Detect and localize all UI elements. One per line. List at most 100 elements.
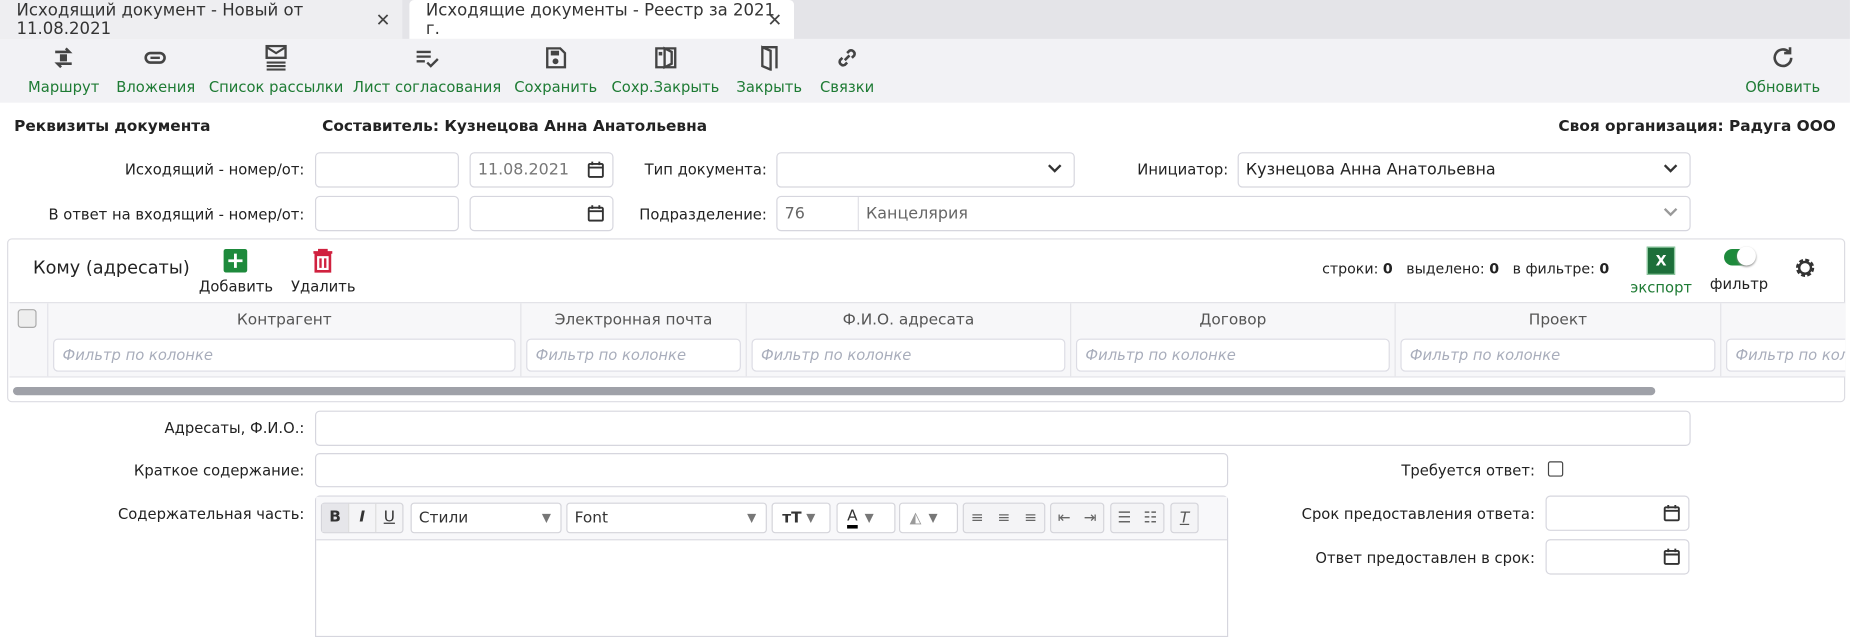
align-left-icon[interactable]: ≡ xyxy=(971,509,984,527)
column-filter-input[interactable]: Фильтр по колонке xyxy=(526,338,741,372)
approval-list-button[interactable]: Лист согласования xyxy=(353,45,501,96)
select-all-checkbox[interactable] xyxy=(17,309,37,328)
tab-outgoing-document[interactable]: Исходящий документ - Новый от 11.08.2021… xyxy=(0,0,403,39)
list-group: ☰ ☷ xyxy=(1110,502,1165,534)
door-icon xyxy=(760,45,778,71)
column-addressee-name[interactable]: Ф.И.О. адресата Фильтр по колонке xyxy=(745,303,1070,377)
column-filter-input[interactable]: Фильтр по колонке xyxy=(1400,338,1716,372)
calendar-icon[interactable] xyxy=(587,204,605,222)
column-filter-input[interactable]: Фильтр по колонке xyxy=(53,338,516,372)
save-icon xyxy=(546,47,567,69)
save-button[interactable]: Сохранить xyxy=(514,45,597,96)
font-select[interactable]: Font ▼ xyxy=(566,502,767,534)
rows-label: строки: xyxy=(1322,260,1379,278)
column-filter-input[interactable]: Фильтр по колонке xyxy=(751,338,1066,372)
column-next[interactable]: НаФильтр по колонке xyxy=(1720,303,1846,377)
column-filter-input[interactable]: Фильтр по колонке xyxy=(1726,338,1846,372)
deadline-label: Срок предоставления ответа: xyxy=(1301,504,1535,523)
font-size-select[interactable]: тT ▼ xyxy=(771,502,831,534)
column-counterparty[interactable]: Контрагент Фильтр по колонке xyxy=(47,303,520,377)
align-group: ≡ ≡ ≡ xyxy=(962,502,1046,534)
styles-select[interactable]: Стили ▼ xyxy=(410,502,562,534)
route-icon xyxy=(54,47,73,69)
dept-label: Подразделение: xyxy=(639,205,767,223)
reply-date-input[interactable] xyxy=(469,195,614,232)
column-contract[interactable]: Договор Фильтр по колонке xyxy=(1070,303,1394,377)
italic-button[interactable]: I xyxy=(348,503,375,533)
calendar-icon[interactable] xyxy=(1663,504,1681,522)
outgoing-number-input[interactable] xyxy=(315,152,459,188)
text-color-icon: A xyxy=(847,507,858,528)
bold-button[interactable]: B xyxy=(322,503,349,533)
reply-required-label: Требуется ответ: xyxy=(1401,461,1535,479)
delete-button[interactable]: Удалить xyxy=(291,248,356,295)
own-organization: Своя организация: Радуга ООО xyxy=(1558,117,1836,136)
dept-code: 76 xyxy=(777,197,859,231)
rows-count: 0 xyxy=(1382,260,1393,278)
column-filter-input[interactable]: Фильтр по колонке xyxy=(1075,338,1390,372)
close-button[interactable]: Закрыть xyxy=(736,45,802,96)
export-button[interactable]: X экспорт xyxy=(1630,246,1692,296)
route-button[interactable]: Маршрут xyxy=(28,45,99,96)
column-title: Договор xyxy=(1199,311,1267,330)
selected-label: выделено: xyxy=(1406,260,1485,278)
links-label: Связки xyxy=(819,77,875,96)
bullet-list-icon[interactable]: ☰ xyxy=(1117,509,1131,527)
answered-date-input[interactable] xyxy=(1545,539,1690,575)
dropdown-arrow-icon: ▼ xyxy=(541,511,551,525)
author: Составитель: Кузнецова Анна Анатольевна xyxy=(322,117,708,136)
align-right-icon[interactable]: ≡ xyxy=(1024,509,1037,527)
gear-icon[interactable] xyxy=(1793,256,1817,280)
summary-input[interactable] xyxy=(315,453,1229,488)
calendar-icon[interactable] xyxy=(587,160,605,178)
approval-list-icon xyxy=(416,50,439,68)
outgoing-label: Исходящий - номер/от: xyxy=(124,160,305,179)
outdent-icon[interactable]: ⇤ xyxy=(1058,509,1071,527)
reply-number-input[interactable] xyxy=(315,195,459,232)
tab-label: Исходящий документ - Новый от 11.08.2021 xyxy=(16,0,304,39)
indent-group: ⇤ ⇥ xyxy=(1050,502,1105,534)
deadline-input[interactable] xyxy=(1545,495,1690,531)
column-email[interactable]: Электронная почта Фильтр по колонке xyxy=(520,303,745,377)
calendar-icon[interactable] xyxy=(1663,547,1681,565)
addressees-input[interactable] xyxy=(315,410,1691,446)
close-icon[interactable]: ✕ xyxy=(376,9,391,30)
initiator-value: Кузнецова Анна Анатольевна xyxy=(1245,160,1496,180)
delete-label: Удалить xyxy=(291,277,356,295)
column-title: Проект xyxy=(1528,311,1588,330)
mailing-list-label: Список рассылки xyxy=(208,77,344,96)
add-button[interactable]: Добавить xyxy=(199,248,273,295)
column-project[interactable]: Проект Фильтр по колонке xyxy=(1394,303,1721,377)
attachments-button[interactable]: Вложения xyxy=(116,45,195,96)
grid-header: Контрагент Фильтр по колонке Электронная … xyxy=(9,302,1846,378)
clear-format-icon[interactable]: T xyxy=(1170,502,1199,534)
reply-required-checkbox[interactable] xyxy=(1547,461,1564,477)
links-button[interactable]: Связки xyxy=(820,45,874,96)
mailing-list-button[interactable]: Список рассылки xyxy=(208,44,344,96)
horizontal-scrollbar[interactable] xyxy=(12,386,1656,396)
close-icon[interactable]: ✕ xyxy=(767,9,782,30)
save-close-icon xyxy=(654,46,677,70)
format-group: B I U xyxy=(320,502,404,534)
toggle-switch[interactable] xyxy=(1723,246,1756,266)
outgoing-date-input[interactable]: 11.08.2021 xyxy=(469,152,614,188)
dept-select[interactable]: 76 Канцелярия xyxy=(776,195,1691,232)
align-center-icon[interactable]: ≡ xyxy=(998,509,1011,527)
column-title: Ф.И.О. адресата xyxy=(842,311,975,330)
add-label: Добавить xyxy=(198,277,274,295)
underline-button[interactable]: U xyxy=(375,503,402,533)
text-color-select[interactable]: A ▼ xyxy=(836,502,896,534)
initiator-select[interactable]: Кузнецова Анна Анатольевна xyxy=(1237,152,1691,188)
tab-outgoing-registry[interactable]: Исходящие документы - Реестр за 2021 г. … xyxy=(409,0,795,39)
doctype-select[interactable] xyxy=(776,152,1075,188)
indent-icon[interactable]: ⇥ xyxy=(1084,509,1097,527)
trash-icon xyxy=(313,248,333,273)
refresh-button[interactable]: Обновить xyxy=(1745,45,1820,96)
background-color-select[interactable]: ◭ ▼ xyxy=(899,502,958,534)
grid-counts: строки: 0 выделено: 0 в фильтре: 0 xyxy=(1322,261,1609,278)
filtered-count: 0 xyxy=(1599,260,1610,278)
save-close-button[interactable]: Сохр.Закрыть xyxy=(611,45,720,96)
numbered-list-icon[interactable]: ☷ xyxy=(1143,509,1157,527)
save-close-label: Сохр.Закрыть xyxy=(611,77,720,96)
filter-toggle[interactable]: фильтр xyxy=(1710,246,1768,293)
